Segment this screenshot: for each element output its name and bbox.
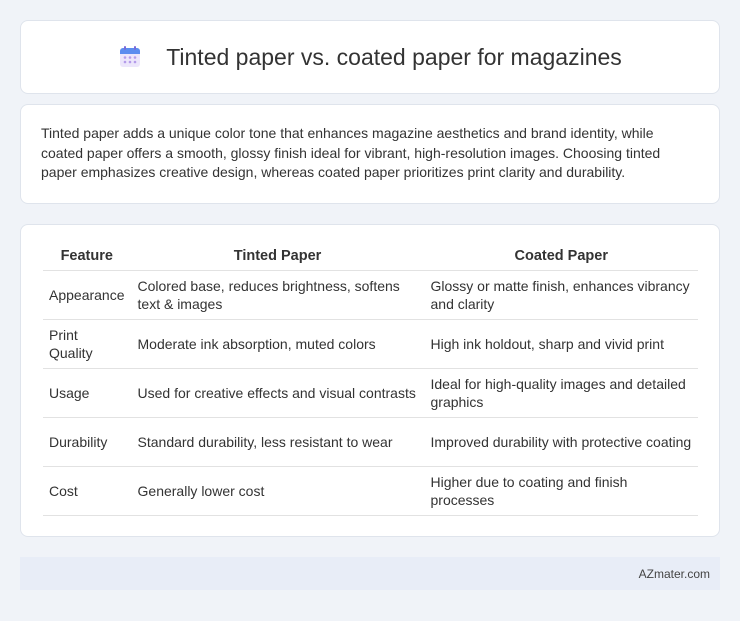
table-row: Durability Standard durability, less res… (43, 417, 698, 467)
comparison-table: Feature Tinted Paper Coated Paper Appear… (43, 245, 698, 516)
coated-cell: Ideal for high-quality images and detail… (423, 368, 698, 418)
header-card: Tinted paper vs. coated paper for magazi… (20, 20, 720, 94)
comparison-table-card: Feature Tinted Paper Coated Paper Appear… (20, 224, 720, 537)
footer-site-link[interactable]: AZmater.com (639, 567, 710, 581)
summary-card: Tinted paper adds a unique color tone th… (20, 104, 720, 204)
tinted-cell: Standard durability, less resistant to w… (130, 417, 424, 467)
feature-cell: Print Quality (43, 319, 132, 369)
feature-cell: Cost (43, 466, 132, 516)
coated-cell: Glossy or matte finish, enhances vibranc… (423, 270, 698, 320)
tinted-cell: Colored base, reduces brightness, soften… (130, 270, 424, 320)
coated-cell: High ink holdout, sharp and vivid print (423, 319, 698, 369)
feature-cell: Appearance (43, 270, 132, 320)
feature-cell: Usage (43, 368, 132, 418)
coated-cell: Improved durability with protective coat… (423, 417, 698, 467)
table-row: Usage Used for creative effects and visu… (43, 368, 698, 418)
column-header-tinted-paper: Tinted Paper (130, 245, 424, 271)
table-header-row: Feature Tinted Paper Coated Paper (43, 245, 698, 271)
table-row: Print Quality Moderate ink absorption, m… (43, 319, 698, 369)
table-row: Cost Generally lower cost Higher due to … (43, 466, 698, 516)
page-title: Tinted paper vs. coated paper for magazi… (166, 43, 622, 70)
column-header-coated-paper: Coated Paper (423, 245, 698, 271)
feature-cell: Durability (43, 417, 132, 467)
calendar-icon (118, 45, 142, 69)
footer: AZmater.com (20, 557, 720, 590)
tinted-cell: Used for creative effects and visual con… (130, 368, 424, 418)
tinted-cell: Generally lower cost (130, 466, 424, 516)
coated-cell: Higher due to coating and finish process… (423, 466, 698, 516)
table-row: Appearance Colored base, reduces brightn… (43, 270, 698, 320)
tinted-cell: Moderate ink absorption, muted colors (130, 319, 424, 369)
column-header-feature: Feature (43, 245, 132, 271)
summary-text: Tinted paper adds a unique color tone th… (41, 125, 661, 180)
